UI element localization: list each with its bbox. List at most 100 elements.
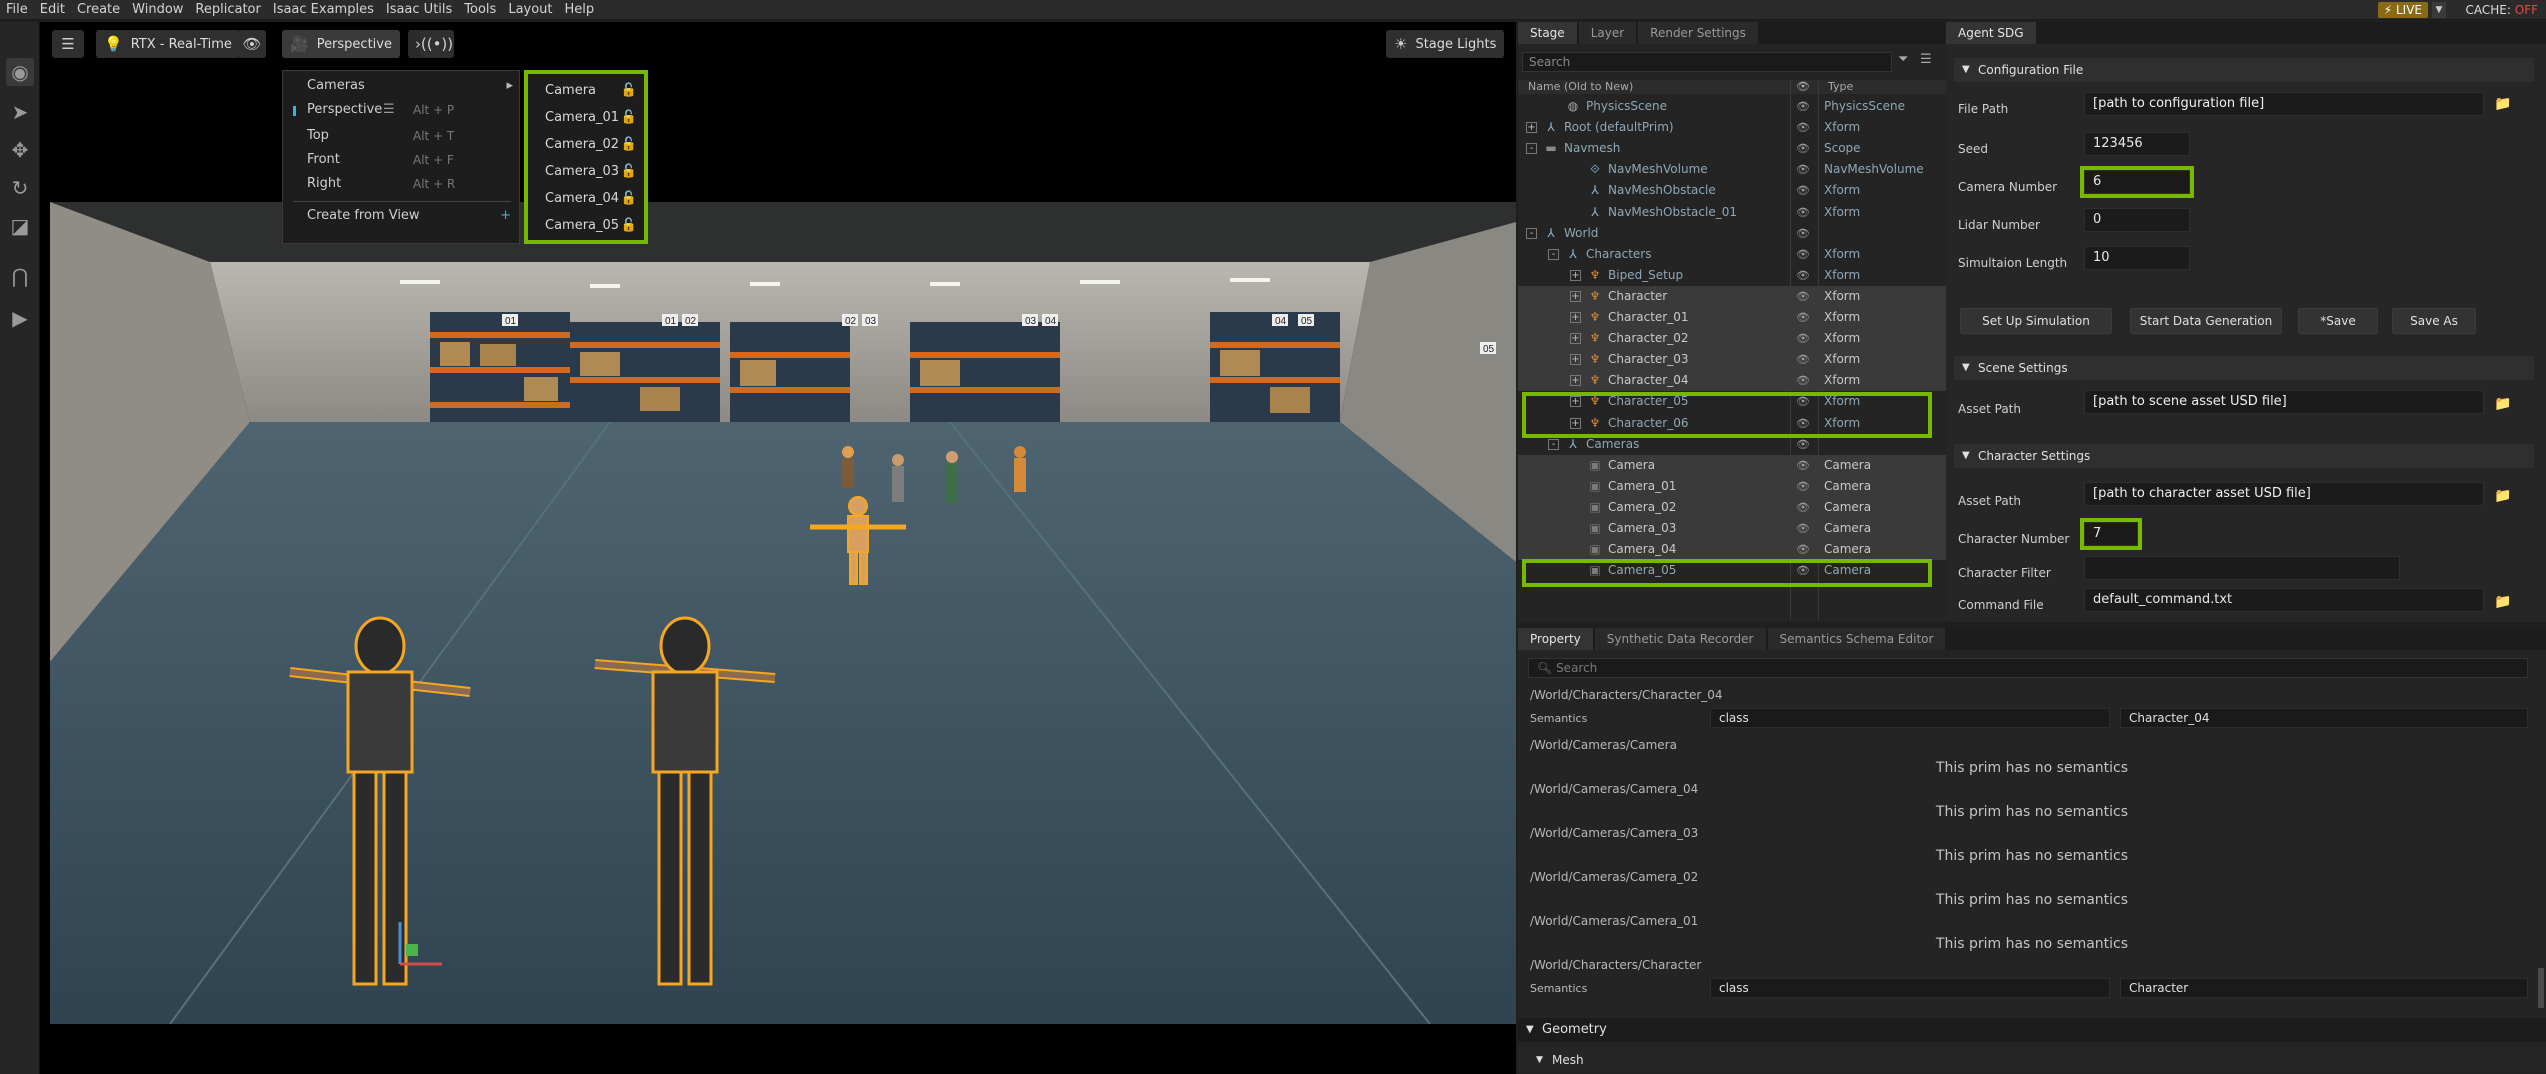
semantics-key-field[interactable]: class xyxy=(1710,708,2110,728)
expand-icon[interactable]: + xyxy=(1570,396,1581,408)
expand-icon[interactable]: + xyxy=(1570,290,1581,302)
viewport[interactable]: ☰ 💡 RTX - Real-Time 👁 🎥 Perspective › ((•)… xyxy=(40,22,1516,1074)
header-type[interactable]: Type xyxy=(1828,80,1853,93)
folder-icon[interactable]: 📁 xyxy=(2494,594,2514,610)
expand-icon[interactable]: + xyxy=(1570,312,1581,323)
stage-tree-row[interactable]: ⅄ NavMeshObstacle_01 👁 Xform xyxy=(1518,202,1946,223)
menu-item-right[interactable]: Right Alt + R xyxy=(283,173,521,195)
submenu-camera-05[interactable]: Camera_05 🔓 xyxy=(525,212,647,239)
submenu-camera-02[interactable]: Camera_02 🔓 xyxy=(525,131,647,158)
stage-tree-row[interactable]: - ⅄ Characters 👁 Xform xyxy=(1518,244,1946,265)
stage-tree-row[interactable]: ⟐ NavMeshVolume 👁 NavMeshVolume xyxy=(1518,159,1946,180)
visibility-button[interactable]: 👁 xyxy=(238,30,266,58)
collapse-icon[interactable]: - xyxy=(1526,143,1537,155)
seed-input[interactable]: 123456 xyxy=(2084,132,2190,156)
stage-tree-row[interactable]: ⅄ NavMeshObstacle 👁 Xform xyxy=(1518,180,1946,201)
stage-tree-row[interactable]: + ♆ Biped_Setup 👁 Xform xyxy=(1518,265,1946,286)
command-file-input[interactable]: default_command.txt xyxy=(2084,588,2484,612)
tab-layer[interactable]: Layer xyxy=(1578,22,1637,44)
eye-icon[interactable]: 👁 xyxy=(1796,434,1810,455)
scene-asset-input[interactable]: [path to scene asset USD file] xyxy=(2084,390,2484,414)
char-asset-input[interactable]: [path to character asset USD file] xyxy=(2084,482,2484,506)
eye-icon[interactable]: 👁 xyxy=(1796,202,1810,223)
menu-file[interactable]: File xyxy=(0,0,34,20)
play-icon[interactable]: ▶ xyxy=(6,304,34,332)
eye-icon[interactable]: 👁 xyxy=(1796,286,1810,307)
section-character-settings[interactable]: ▼ Character Settings xyxy=(1954,444,2534,468)
eye-icon[interactable]: 👁 xyxy=(1796,265,1810,286)
semantics-value-field[interactable]: Character_04 xyxy=(2120,708,2528,728)
collapse-icon[interactable]: - xyxy=(1548,248,1559,260)
viewport-settings-button[interactable]: ☰ xyxy=(52,30,84,58)
stage-search-input[interactable]: Search xyxy=(1522,52,1892,72)
eye-icon[interactable]: 👁 xyxy=(1796,307,1810,328)
eye-icon[interactable]: 👁 xyxy=(1796,349,1810,370)
folder-icon[interactable]: 📁 xyxy=(2494,96,2514,112)
broadcast-button[interactable]: ((•)) xyxy=(420,30,454,58)
eye-icon[interactable]: 👁 xyxy=(1796,476,1810,497)
menu-item-front[interactable]: Front Alt + F xyxy=(283,149,521,171)
move-icon[interactable]: ✥ xyxy=(6,136,34,164)
tab-property[interactable]: Property xyxy=(1518,628,1593,650)
tab-agent-sdg[interactable]: Agent SDG xyxy=(1946,22,2036,44)
stage-tree-row[interactable]: ▣ Camera_02 👁 Camera xyxy=(1518,496,1946,518)
header-name[interactable]: Name (Old to New) xyxy=(1528,80,1633,93)
file-path-input[interactable]: [path to configuration file] xyxy=(2084,92,2484,116)
expand-icon[interactable]: + xyxy=(1570,354,1581,366)
menu-replicator[interactable]: Replicator xyxy=(189,0,266,20)
eye-icon[interactable]: 👁 xyxy=(1796,138,1810,159)
expand-icon[interactable]: + xyxy=(1570,269,1581,281)
tab-stage[interactable]: Stage xyxy=(1518,22,1577,44)
menu-item-perspective[interactable]: Perspective ☰ Alt + P xyxy=(283,99,521,121)
stage-lights-button[interactable]: ☀ Stage Lights xyxy=(1386,30,1505,58)
eye-icon[interactable]: 👁 xyxy=(1796,413,1810,434)
submenu-camera[interactable]: Camera 🔓 xyxy=(525,77,647,104)
tab-semantics-schema-editor[interactable]: Semantics Schema Editor xyxy=(1767,628,1946,650)
section-scene-settings[interactable]: ▼ Scene Settings xyxy=(1954,356,2534,380)
char-number-input[interactable]: 7 xyxy=(2084,522,2138,546)
stage-tree-row[interactable]: ◍ PhysicsScene 👁 PhysicsScene xyxy=(1518,96,1946,117)
menu-window[interactable]: Window xyxy=(126,0,189,20)
tab-synthetic-data-recorder[interactable]: Synthetic Data Recorder xyxy=(1594,628,1766,650)
stage-tree-row[interactable]: + ♆ Character_05 👁 Xform xyxy=(1518,391,1946,412)
eye-icon[interactable]: 👁 xyxy=(1796,159,1810,180)
eye-icon[interactable]: 👁 xyxy=(1796,180,1810,201)
menu-tools[interactable]: Tools xyxy=(458,0,502,20)
stage-tree-row[interactable]: ▣ Camera_04 👁 Camera xyxy=(1518,539,1946,561)
stage-tree-row[interactable]: - ▬ Navmesh 👁 Scope xyxy=(1518,138,1946,159)
eye-icon[interactable]: 👁 xyxy=(1796,497,1810,518)
menu-isaac-utils[interactable]: Isaac Utils xyxy=(380,0,458,20)
camera-number-input[interactable]: 6 xyxy=(2084,170,2190,194)
semantics-key-field[interactable]: class xyxy=(1710,978,2110,998)
live-button[interactable]: ⚡ LIVE xyxy=(2377,2,2428,18)
start-data-generation-button[interactable]: Start Data Generation xyxy=(2130,308,2282,334)
stage-tree-row[interactable]: ▣ Camera_03 👁 Camera xyxy=(1518,518,1946,539)
semantics-value-field[interactable]: Character xyxy=(2120,978,2528,998)
stage-tree-row[interactable]: - ⅄ World 👁 xyxy=(1518,223,1946,244)
stage-tree-row[interactable]: + ♆ Character_06 👁 Xform xyxy=(1518,413,1946,434)
live-dropdown-button[interactable]: ▼ xyxy=(2432,2,2446,18)
save-as-button[interactable]: Save As xyxy=(2392,308,2476,334)
save-button[interactable]: *Save xyxy=(2298,308,2378,334)
renderer-button[interactable]: 💡 RTX - Real-Time xyxy=(96,30,240,58)
sim-length-input[interactable]: 10 xyxy=(2084,246,2190,270)
eye-icon[interactable]: 👁 xyxy=(1796,370,1810,391)
section-mesh[interactable]: ▼ Mesh xyxy=(1518,1048,2546,1072)
eye-icon[interactable]: 👁 xyxy=(1796,455,1810,476)
eye-icon[interactable]: 👁 xyxy=(1796,328,1810,349)
eye-icon[interactable]: 👁 xyxy=(1796,518,1810,539)
pointer-icon[interactable]: ➤ xyxy=(6,98,34,126)
snap-icon[interactable]: ⋂ xyxy=(6,262,34,290)
section-geometry[interactable]: ▼ Geometry xyxy=(1518,1018,2546,1042)
eye-icon[interactable]: 👁 xyxy=(1796,96,1810,117)
menu-item-top[interactable]: Top Alt + T xyxy=(283,125,521,147)
stage-tree-row[interactable]: + ⅄ Root (defaultPrim) 👁 Xform xyxy=(1518,117,1946,138)
scrollbar-thumb[interactable] xyxy=(2538,968,2544,1008)
folder-icon[interactable]: 📁 xyxy=(2494,396,2514,412)
stage-tree-row[interactable]: - ⅄ Cameras 👁 xyxy=(1518,434,1946,455)
eye-icon[interactable]: 👁 xyxy=(1796,244,1810,265)
stage-tree-row[interactable]: ▣ Camera_05 👁 Camera xyxy=(1518,560,1946,581)
filter-icon[interactable]: ⏷ xyxy=(1898,52,1908,67)
camera-button[interactable]: 🎥 Perspective xyxy=(282,30,400,58)
submenu-camera-04[interactable]: Camera_04 🔓 xyxy=(525,185,647,212)
